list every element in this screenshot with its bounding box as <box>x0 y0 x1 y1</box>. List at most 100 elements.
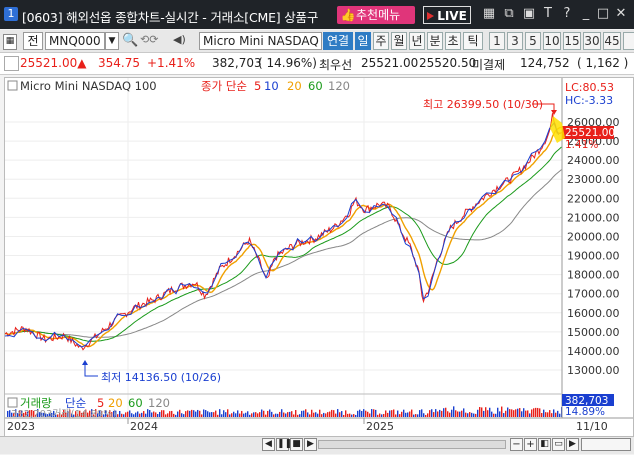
volume-bar <box>547 412 549 417</box>
tab-yearly[interactable]: 년 <box>409 32 425 50</box>
scroll-end-icon[interactable]: ▶ <box>566 438 579 451</box>
legend-ma10: 10 <box>264 79 279 93</box>
volume-bar <box>147 409 149 417</box>
mode-select[interactable]: 전 <box>23 32 43 50</box>
volume-legend-ma: 단순 <box>65 396 86 410</box>
volume-legend-ma120: 120 <box>148 396 170 410</box>
sync-icon[interactable]: ⟲⟳ <box>140 33 170 46</box>
volume-bar <box>469 412 471 417</box>
chevron-down-icon[interactable]: ▼ <box>105 32 119 50</box>
quote-oi-change: ( 1,162 ) <box>577 56 629 70</box>
interval-3[interactable]: 3 <box>507 32 523 50</box>
volume-bar <box>313 412 315 417</box>
window-restore-icon[interactable]: ⧉ <box>502 7 516 21</box>
volume-bar <box>443 408 445 417</box>
tab-monthly[interactable]: 월 <box>391 32 407 50</box>
chart-mode-icon[interactable]: ▭ <box>552 438 565 451</box>
toolbar: ▦ 전 MNQ000 ▼ 🔍 ⟲⟳ ◀) Micro Mini NASDAQ 1… <box>0 30 634 53</box>
scroll-right-icon[interactable]: ▶ <box>304 438 317 451</box>
tab-second[interactable]: 초 <box>445 32 461 50</box>
volume-bar <box>185 411 187 417</box>
legend-toggle-icon[interactable] <box>7 80 18 91</box>
volume-bar <box>495 413 497 417</box>
volume-bar <box>205 410 207 417</box>
recommend-menu-button[interactable]: 👍추천메뉴 <box>337 6 415 24</box>
volume-bar <box>291 411 293 417</box>
quote-ask: 25520.50 <box>419 56 477 70</box>
zoom-level-box[interactable] <box>581 438 631 451</box>
volume-bar <box>229 414 231 417</box>
volume-bar <box>523 408 525 417</box>
volume-bar <box>335 413 337 417</box>
zoom-out-icon[interactable]: − <box>510 438 523 451</box>
quote-bid: 25521.00 <box>361 56 419 70</box>
price-chart[interactable]: 26000.0025000.0024000.0023000.0022000.00… <box>4 78 633 452</box>
volume-bar <box>409 411 411 417</box>
quote-oi-label: 미결제 <box>472 58 506 72</box>
interval-15[interactable]: 15 <box>563 32 581 50</box>
quote-settings-icon[interactable] <box>4 56 19 71</box>
chart-settings-icon[interactable]: ◧ <box>538 438 551 451</box>
volume-bar <box>379 413 381 417</box>
maximize-icon[interactable]: □ <box>596 7 610 21</box>
live-button[interactable]: LIVE <box>423 6 471 24</box>
y-tick-label: 15000.00 <box>567 326 620 339</box>
scroll-track[interactable] <box>318 440 506 449</box>
tab-weekly[interactable]: 주 <box>373 32 389 50</box>
code-input[interactable]: MNQ000 <box>45 32 105 50</box>
grid-small-icon[interactable]: ▦ <box>3 34 17 50</box>
y-tick-label: 13000.00 <box>567 364 620 377</box>
text-icon[interactable]: T <box>541 7 555 21</box>
volume-bar <box>407 412 409 417</box>
tab-continuous[interactable]: 연결 <box>323 32 353 50</box>
interval-more[interactable] <box>623 32 634 50</box>
volume-bar <box>177 411 179 417</box>
volume-bar <box>125 412 127 417</box>
volume-bar <box>341 411 343 417</box>
grid-icon[interactable]: ▦ <box>482 7 496 21</box>
interval-1[interactable]: 1 <box>489 32 505 50</box>
volume-bar <box>401 411 403 417</box>
tab-daily[interactable]: 일 <box>355 32 371 50</box>
tab-tick[interactable]: 틱 <box>463 32 483 50</box>
image-icon[interactable]: ▣ <box>522 7 536 21</box>
volume-bar <box>467 413 469 417</box>
volume-bar <box>537 407 539 417</box>
volume-legend-toggle-icon[interactable] <box>7 397 18 408</box>
y-tick-label: 17000.00 <box>567 288 620 301</box>
volume-bar <box>383 413 385 417</box>
stop-icon[interactable]: ■ <box>290 438 303 451</box>
interval-10[interactable]: 10 <box>543 32 561 50</box>
volume-bar <box>399 414 401 417</box>
volume-bar <box>377 414 379 417</box>
volume-bar <box>223 410 225 417</box>
interval-45[interactable]: 45 <box>603 32 621 50</box>
volume-bar <box>535 407 537 417</box>
minimize-icon[interactable]: _ <box>579 7 593 21</box>
zoom-in-icon[interactable]: + <box>524 438 537 451</box>
tab-minute[interactable]: 분 <box>427 32 443 50</box>
search-icon[interactable]: 🔍 <box>122 33 138 48</box>
volume-bar <box>251 413 253 417</box>
product-name-field[interactable]: Micro Mini NASDAQ 10 <box>199 32 322 50</box>
volume-bar <box>449 412 451 417</box>
volume-bar <box>193 410 195 417</box>
y-tick-label: 24000.00 <box>567 154 620 167</box>
scroll-left-icon[interactable]: ◀ <box>262 438 275 451</box>
volume-bar <box>133 414 135 417</box>
interval-5[interactable]: 5 <box>525 32 541 50</box>
interval-30[interactable]: 30 <box>583 32 601 50</box>
pause-icon[interactable]: ❚❚ <box>276 438 292 451</box>
close-icon[interactable]: ✕ <box>614 7 628 21</box>
help-icon[interactable]: ? <box>560 7 574 21</box>
price-chart-panel[interactable]: 26000.00 25000.00 24000.00 23000.00 22000.00… <box>4 77 634 453</box>
volume-bar <box>319 409 321 417</box>
volume-bar <box>169 411 171 417</box>
volume-bar <box>165 414 167 417</box>
volume-bar <box>163 410 165 417</box>
volume-bar <box>425 414 427 417</box>
speaker-icon[interactable]: ◀) <box>173 33 186 46</box>
volume-bar <box>527 410 529 417</box>
volume-bar <box>279 411 281 417</box>
volume-bar <box>235 413 237 417</box>
